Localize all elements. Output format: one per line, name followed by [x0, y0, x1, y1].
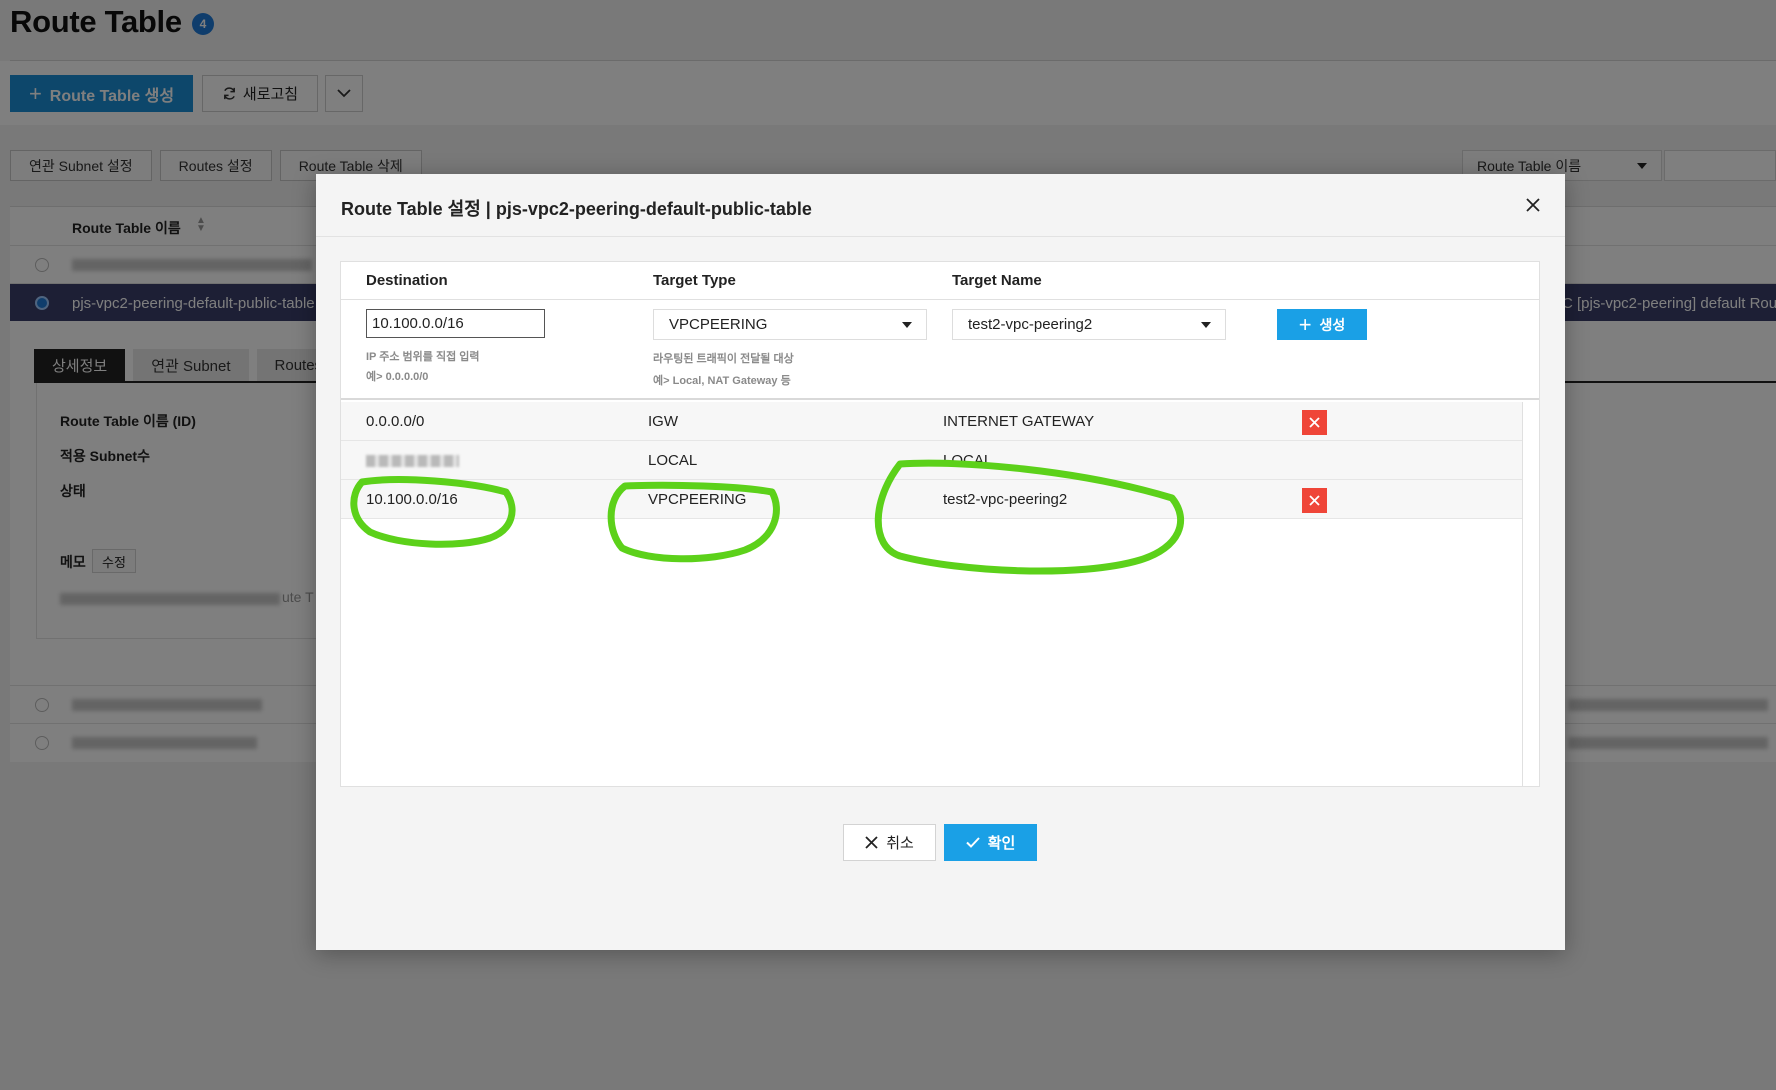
destination-input[interactable] [366, 309, 545, 338]
route-target-type: VPCPEERING [648, 491, 747, 508]
route-list: 0.0.0.0/0 IGW INTERNET GATEWAY LOCAL LOC… [341, 402, 1523, 786]
target-type-example: 예> Local, NAT Gateway 등 [653, 375, 791, 387]
route-row: LOCAL LOCAL [341, 441, 1522, 480]
dialog-title: Route Table 설정 | pjs-vpc2-peering-defaul… [341, 199, 812, 219]
route-target-name: LOCAL [943, 452, 993, 469]
confirm-button[interactable]: 확인 [944, 824, 1037, 861]
cancel-button[interactable]: 취소 [843, 824, 936, 861]
close-button[interactable] [1521, 193, 1545, 217]
new-route-form: IP 주소 범위를 직접 입력 예> 0.0.0.0/0 VPCPEERING … [341, 300, 1539, 400]
close-icon [1526, 198, 1540, 212]
route-destination: 0.0.0.0/0 [366, 413, 425, 430]
route-row: 10.100.0.0/16 VPCPEERING test2-vpc-peeri… [341, 480, 1522, 519]
target-type-hint: 라우팅된 트래픽이 전달될 대상 [653, 353, 794, 365]
target-name-select[interactable]: test2-vpc-peering2 [952, 309, 1226, 340]
plus-icon: + [1298, 311, 1312, 337]
destination-example: 예> 0.0.0.0/0 [366, 371, 429, 383]
dialog-header: Route Table 설정 | pjs-vpc2-peering-defaul… [316, 174, 1565, 237]
close-icon [1309, 417, 1320, 428]
delete-route-button[interactable] [1302, 488, 1327, 513]
column-header-target-type: Target Type [653, 272, 736, 289]
target-type-value: VPCPEERING [669, 316, 768, 333]
route-row: 0.0.0.0/0 IGW INTERNET GATEWAY [341, 402, 1522, 441]
add-route-label: 생성 [1319, 316, 1346, 333]
route-table-settings-dialog: Route Table 설정 | pjs-vpc2-peering-defaul… [316, 174, 1565, 950]
column-header-destination: Destination [366, 272, 448, 289]
close-icon [1309, 495, 1320, 506]
close-icon [865, 836, 878, 849]
confirm-label: 확인 [987, 835, 1016, 852]
redacted-destination [366, 455, 459, 467]
caret-down-icon [1201, 321, 1211, 328]
destination-hint: IP 주소 범위를 직접 입력 [366, 351, 480, 363]
target-name-value: test2-vpc-peering2 [968, 316, 1093, 333]
route-target-name: INTERNET GATEWAY [943, 413, 1095, 430]
cancel-label: 취소 [886, 835, 914, 852]
check-icon [965, 837, 980, 848]
column-header-target-name: Target Name [952, 272, 1042, 289]
dialog-body: Destination Target Type Target Name IP 주… [316, 237, 1565, 950]
routes-grid-header: Destination Target Type Target Name [341, 262, 1539, 300]
route-target-type: LOCAL [648, 452, 698, 469]
target-type-select[interactable]: VPCPEERING [653, 309, 927, 340]
route-destination: 10.100.0.0/16 [366, 491, 458, 508]
route-target-name: test2-vpc-peering2 [943, 491, 1068, 508]
caret-down-icon [902, 321, 912, 328]
add-route-button[interactable]: + 생성 [1277, 309, 1367, 340]
delete-route-button[interactable] [1302, 410, 1327, 435]
route-target-type: IGW [648, 413, 678, 430]
routes-grid: Destination Target Type Target Name IP 주… [340, 261, 1540, 787]
